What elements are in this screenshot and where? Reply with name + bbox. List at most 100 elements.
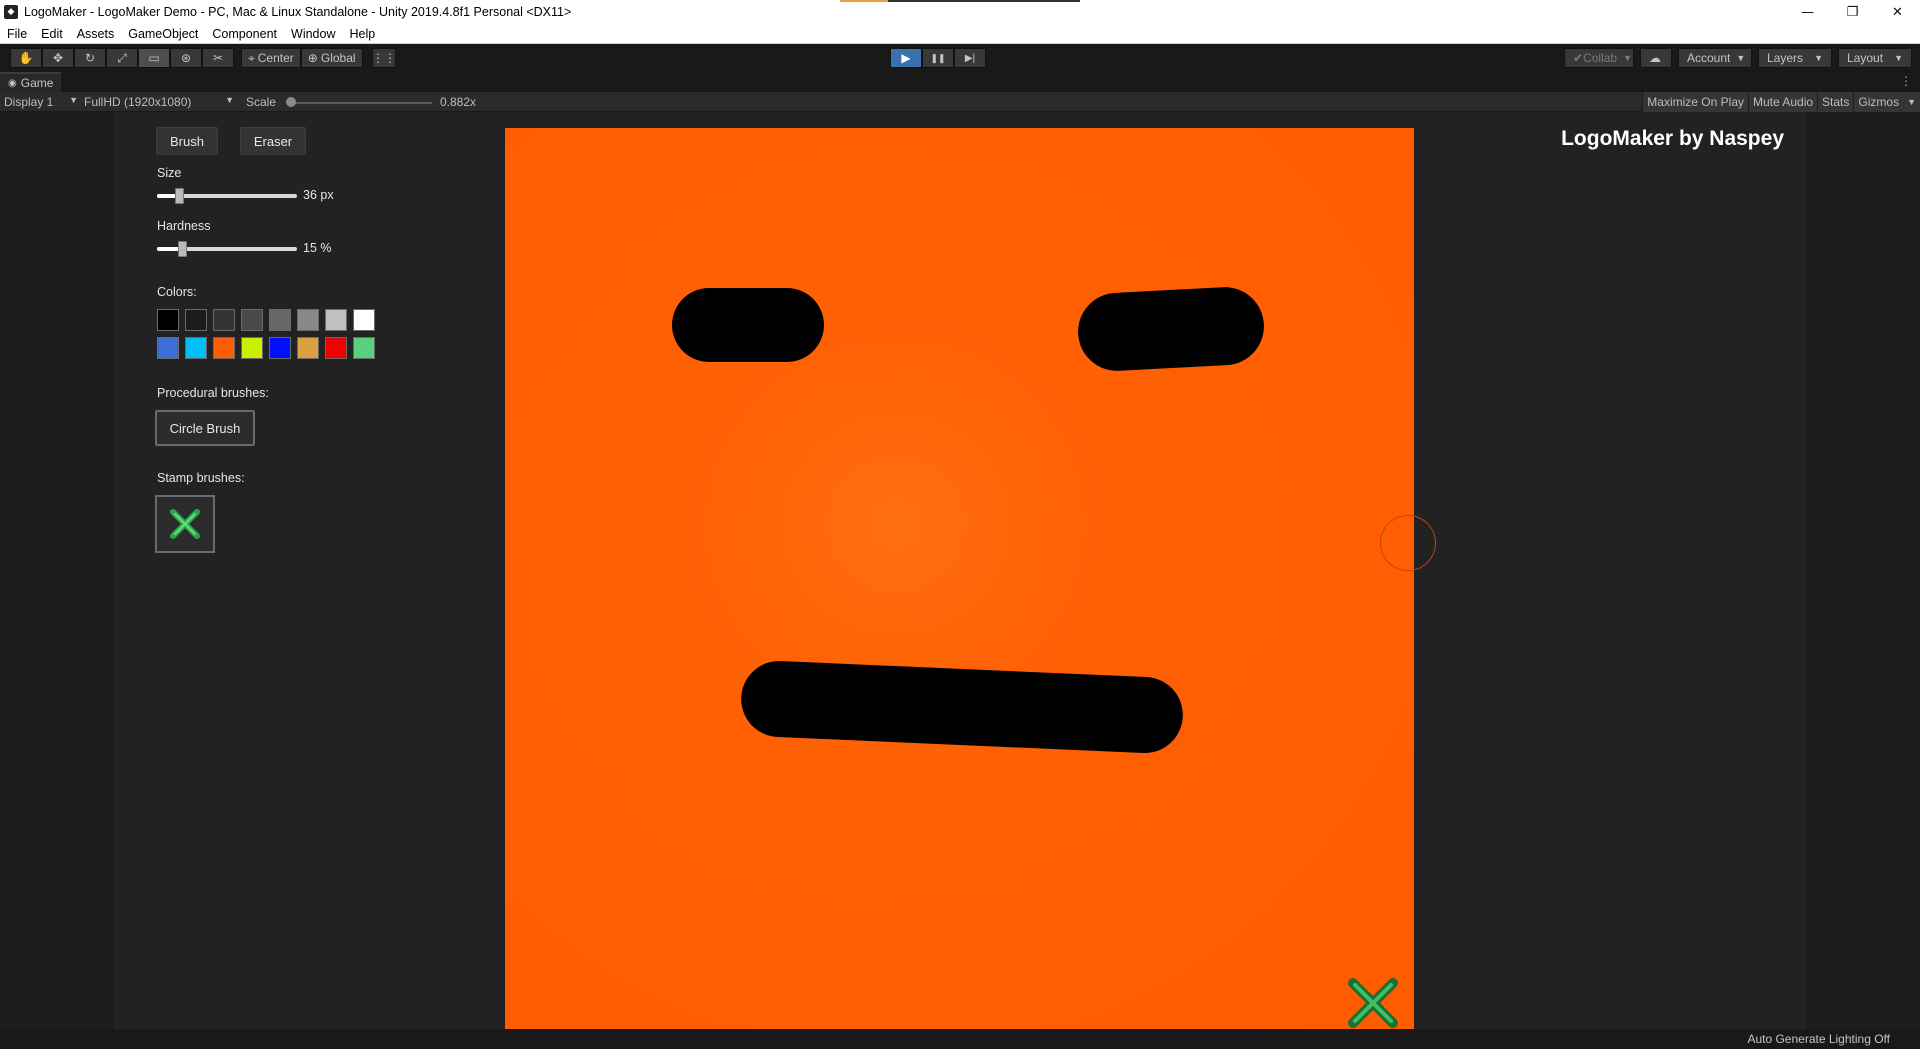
chevron-down-icon: ▼ xyxy=(1907,97,1916,107)
layers-dropdown[interactable]: Layers ▼ xyxy=(1758,48,1832,68)
space-global-button[interactable]: ⊕ Global xyxy=(300,48,363,68)
size-label: Size xyxy=(157,166,182,180)
color-swatch[interactable] xyxy=(185,309,207,331)
color-swatch[interactable] xyxy=(325,309,347,331)
menu-assets[interactable]: Assets xyxy=(70,27,122,41)
tab-game[interactable]: ◉ Game xyxy=(0,72,62,92)
move-tool-icon[interactable]: ✥ xyxy=(42,48,74,68)
pause-button[interactable]: ❚❚ xyxy=(922,48,954,68)
scale-label: Scale xyxy=(246,95,277,109)
window-titlebar: ◆ LogoMaker - LogoMaker Demo - PC, Mac &… xyxy=(0,0,1920,24)
minimize-button[interactable]: — xyxy=(1785,0,1830,24)
hardness-value: 15 % xyxy=(303,241,332,255)
transform-tools: ✋ ✥ ↻ ⤢ ▭ ⊛ ✂ xyxy=(10,48,234,68)
pivot-toggles: ⌖ Center ⊕ Global xyxy=(241,48,363,68)
resolution-label: FullHD (1920x1080) xyxy=(84,95,192,109)
menu-file[interactable]: File xyxy=(0,27,34,41)
color-swatch[interactable] xyxy=(213,309,235,331)
mouth-stroke xyxy=(739,659,1185,755)
resolution-dropdown[interactable]: FullHD (1920x1080) ▼ xyxy=(84,95,234,109)
display-dropdown[interactable]: Display 1 ▼ xyxy=(4,95,78,109)
cloud-icon[interactable]: ☁ xyxy=(1640,48,1672,68)
color-swatch[interactable] xyxy=(241,309,263,331)
layout-dropdown[interactable]: Layout ▼ xyxy=(1838,48,1912,68)
color-swatch[interactable] xyxy=(353,309,375,331)
grid-snap-icon[interactable]: ⋮⋮ xyxy=(372,48,396,68)
color-swatch[interactable] xyxy=(241,337,263,359)
display-label: Display 1 xyxy=(4,95,54,109)
space-label: Global xyxy=(320,51,356,65)
scale-tool-icon[interactable]: ⤢ xyxy=(106,48,138,68)
unity-logo-icon: ◆ xyxy=(4,5,18,19)
size-slider-handle[interactable] xyxy=(175,188,185,204)
color-swatch[interactable] xyxy=(213,337,235,359)
maximize-on-play-toggle[interactable]: Maximize On Play xyxy=(1642,92,1748,112)
rect-tool-icon[interactable]: ▭ xyxy=(138,48,170,68)
window-title: LogoMaker - LogoMaker Demo - PC, Mac & L… xyxy=(24,5,572,19)
color-swatch[interactable] xyxy=(353,337,375,359)
app-title: LogoMaker by Naspey xyxy=(1561,127,1784,150)
pivot-icon: ⌖ xyxy=(248,50,255,65)
step-button[interactable]: ▶| xyxy=(954,48,986,68)
eraser-button[interactable]: Eraser xyxy=(240,127,306,155)
menu-gameobject[interactable]: GameObject xyxy=(121,27,205,41)
stamp-brushes-label: Stamp brushes: xyxy=(157,471,245,485)
circle-brush-button[interactable]: Circle Brush xyxy=(155,410,255,446)
gizmos-dropdown[interactable]: Gizmos ▼ xyxy=(1853,92,1920,112)
chevron-down-icon: ▼ xyxy=(1736,53,1746,63)
layout-label: Layout xyxy=(1847,51,1884,65)
toolbar-right: ✔ Collab ▼ ☁ Account ▼ Layers ▼ Layout ▼ xyxy=(1564,48,1912,68)
check-icon: ✔ xyxy=(1573,51,1584,65)
brush-cursor xyxy=(1380,515,1436,571)
procedural-brushes-label: Procedural brushes: xyxy=(157,386,269,400)
status-bar: Auto Generate Lighting Off xyxy=(0,1029,1920,1049)
hardness-label: Hardness xyxy=(157,219,211,233)
account-label: Account xyxy=(1687,51,1731,65)
account-dropdown[interactable]: Account ▼ xyxy=(1678,48,1752,68)
pivot-center-button[interactable]: ⌖ Center xyxy=(241,48,301,68)
custom-tool-icon[interactable]: ✂ xyxy=(202,48,234,68)
stats-toggle[interactable]: Stats xyxy=(1817,92,1854,112)
pivot-label: Center xyxy=(257,51,294,65)
mute-audio-toggle[interactable]: Mute Audio xyxy=(1748,92,1818,112)
rotate-tool-icon[interactable]: ↻ xyxy=(74,48,106,68)
scale-slider-track[interactable] xyxy=(288,102,432,104)
play-button[interactable]: ▶ xyxy=(890,48,922,68)
menu-help[interactable]: Help xyxy=(342,27,382,41)
color-swatch[interactable] xyxy=(157,309,179,331)
collab-label: Collab xyxy=(1583,51,1618,65)
gizmos-label: Gizmos xyxy=(1858,95,1900,109)
hardness-slider-handle[interactable] xyxy=(178,241,188,257)
hand-tool-icon[interactable]: ✋ xyxy=(10,48,42,68)
menu-window[interactable]: Window xyxy=(284,27,342,41)
chevron-down-icon: ▼ xyxy=(1894,53,1903,63)
color-swatch[interactable] xyxy=(297,337,319,359)
size-value: 36 px xyxy=(303,188,334,202)
scale-slider-thumb[interactable] xyxy=(286,97,296,107)
status-text: Auto Generate Lighting Off xyxy=(1747,1032,1890,1046)
color-swatch[interactable] xyxy=(269,337,291,359)
tab-game-label: Game xyxy=(20,76,54,90)
stamp-x-icon xyxy=(1348,978,1398,1028)
restore-button[interactable]: ❐ xyxy=(1830,0,1875,24)
tab-menu-icon[interactable]: ⋮ xyxy=(1900,74,1912,88)
color-swatch[interactable] xyxy=(269,309,291,331)
game-controller-icon: ◉ xyxy=(8,77,17,89)
chevron-down-icon: ▼ xyxy=(1814,53,1823,63)
menu-edit[interactable]: Edit xyxy=(34,27,70,41)
color-swatch[interactable] xyxy=(185,337,207,359)
color-swatch[interactable] xyxy=(325,337,347,359)
brush-button[interactable]: Brush xyxy=(156,127,218,155)
drawing-canvas[interactable] xyxy=(505,128,1414,1030)
close-button[interactable]: ✕ xyxy=(1875,0,1920,24)
chevron-down-icon: ▼ xyxy=(1623,53,1633,63)
chevron-down-icon: ▼ xyxy=(225,95,234,105)
color-swatch[interactable] xyxy=(157,337,179,359)
transform-tool-icon[interactable]: ⊛ xyxy=(170,48,202,68)
color-swatch[interactable] xyxy=(297,309,319,331)
scale-value: 0.882x xyxy=(440,95,477,109)
collab-dropdown[interactable]: ✔ Collab ▼ xyxy=(1564,48,1634,68)
stamp-brush-button[interactable] xyxy=(155,495,215,553)
main-toolbar: ✋ ✥ ↻ ⤢ ▭ ⊛ ✂ ⌖ Center ⊕ Global ⋮⋮ ▶ ❚❚ … xyxy=(0,44,1920,72)
menu-component[interactable]: Component xyxy=(205,27,284,41)
